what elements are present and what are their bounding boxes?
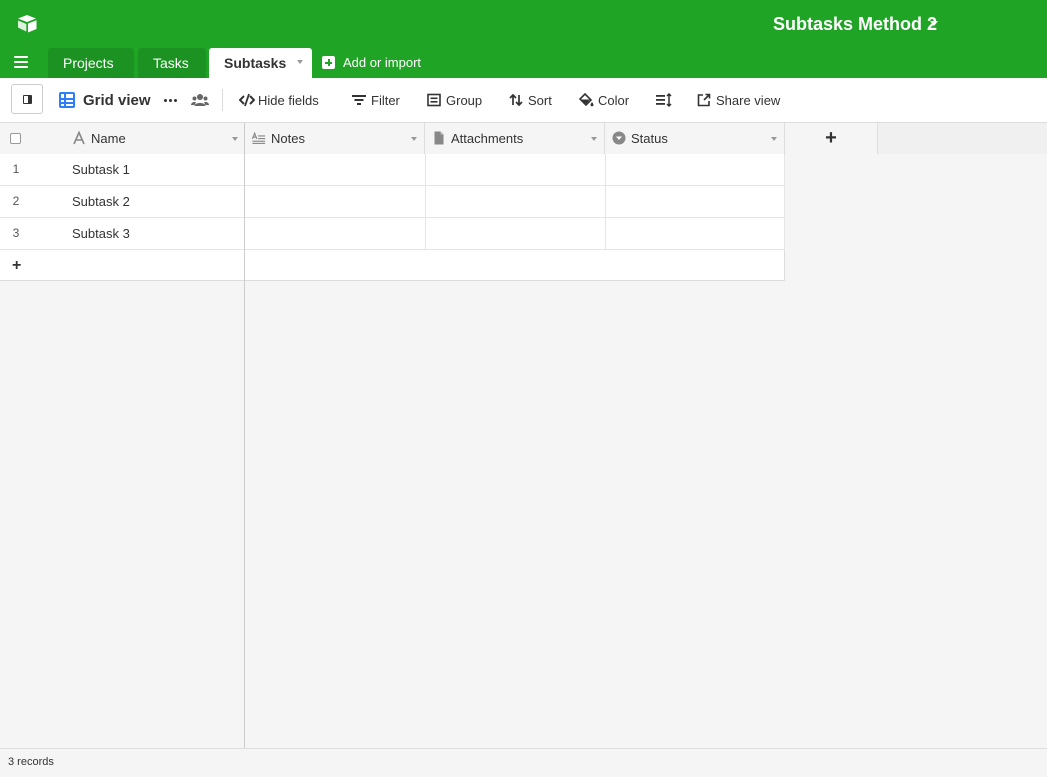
- color-button[interactable]: Color: [579, 78, 629, 123]
- grid-header-row: Name Notes Attachments Status +: [0, 123, 1047, 154]
- column-header-attachments[interactable]: Attachments: [425, 123, 605, 154]
- text-field-icon: [73, 131, 85, 145]
- cell-divider: [425, 186, 426, 217]
- cell-divider: [425, 218, 426, 249]
- add-field-button[interactable]: +: [785, 123, 878, 154]
- attachment-icon: [434, 131, 444, 145]
- column-header-status[interactable]: Status: [605, 123, 785, 154]
- cell-divider: [605, 218, 606, 249]
- row-number: 2: [12, 194, 20, 208]
- sort-icon: [509, 93, 523, 107]
- add-record-button[interactable]: +: [12, 250, 21, 281]
- view-name[interactable]: Grid view: [83, 78, 151, 123]
- column-header-name[interactable]: Name: [65, 123, 245, 154]
- filter-icon: [352, 95, 366, 105]
- top-header: Subtasks Method 2: [0, 0, 1047, 48]
- tab-subtasks[interactable]: Subtasks: [209, 48, 312, 78]
- column-menu-caret-icon[interactable]: [771, 137, 777, 141]
- cell-name[interactable]: Subtask 2: [72, 186, 130, 217]
- cell-name[interactable]: Subtask 3: [72, 218, 130, 249]
- base-title-caret-icon[interactable]: [930, 21, 938, 26]
- row-height-icon: [656, 93, 672, 107]
- base-title[interactable]: Subtasks Method 2: [773, 0, 937, 48]
- tab-menu-caret-icon[interactable]: [297, 60, 303, 64]
- cell-divider: [425, 154, 426, 185]
- collaborators-icon[interactable]: [191, 92, 209, 108]
- sidebar-icon: [23, 95, 32, 104]
- single-select-icon: [612, 131, 626, 145]
- filter-button[interactable]: Filter: [352, 78, 400, 123]
- column-menu-caret-icon[interactable]: [591, 137, 597, 141]
- long-text-icon: [252, 131, 266, 144]
- sidebar-toggle-button[interactable]: [11, 84, 43, 114]
- table-row[interactable]: 1 Subtask 1: [0, 154, 785, 186]
- cell-divider: [784, 218, 785, 249]
- header-empty-area: [878, 123, 1047, 154]
- row-height-button[interactable]: [656, 78, 672, 123]
- summary-bar: 3 records: [0, 748, 1047, 777]
- column-label-status: Status: [631, 131, 668, 146]
- add-record-row[interactable]: +: [0, 250, 785, 281]
- cell-divider: [605, 186, 606, 217]
- hide-fields-button[interactable]: Hide fields: [239, 78, 319, 123]
- cell-divider: [784, 186, 785, 217]
- add-or-import-label: Add or import: [343, 55, 422, 70]
- tab-subtasks-label: Subtasks: [224, 55, 287, 71]
- grid-view-icon: [59, 92, 75, 108]
- color-label: Color: [598, 93, 630, 108]
- group-button[interactable]: Group: [427, 78, 482, 123]
- row-number: 1: [12, 162, 20, 176]
- view-toolbar: Grid view Hide fields Filter Group Sort …: [0, 78, 1047, 123]
- airtable-logo-icon[interactable]: [15, 12, 39, 36]
- add-or-import-button[interactable]: Add or import: [322, 48, 421, 78]
- select-all-checkbox[interactable]: [10, 133, 21, 144]
- record-count: 3 records: [8, 756, 54, 768]
- share-view-button[interactable]: Share view: [697, 78, 780, 123]
- sort-label: Sort: [528, 93, 552, 108]
- column-label-attachments: Attachments: [451, 131, 524, 146]
- column-label-name: Name: [91, 131, 126, 146]
- cell-divider: [605, 154, 606, 185]
- tab-projects[interactable]: Projects: [48, 48, 134, 78]
- share-icon: [697, 93, 711, 107]
- hamburger-menu-icon[interactable]: [14, 56, 28, 70]
- share-view-label: Share view: [716, 93, 781, 108]
- toolbar-divider: [222, 89, 223, 111]
- column-label-notes: Notes: [271, 131, 305, 146]
- frozen-column-divider: [244, 154, 245, 777]
- cell-divider: [784, 250, 785, 281]
- cell-name[interactable]: Subtask 1: [72, 154, 130, 185]
- paint-bucket-icon: [579, 93, 594, 107]
- cell-divider: [784, 154, 785, 185]
- more-options-icon[interactable]: [164, 99, 180, 103]
- table-tabs-bar: Projects Tasks Subtasks Add or import: [0, 48, 1047, 78]
- plus-box-icon: [322, 56, 335, 69]
- sort-button[interactable]: Sort: [509, 78, 552, 123]
- table-row[interactable]: 2 Subtask 2: [0, 186, 785, 218]
- hide-fields-icon: [239, 93, 255, 107]
- column-header-notes[interactable]: Notes: [245, 123, 425, 154]
- column-menu-caret-icon[interactable]: [232, 137, 238, 141]
- group-label: Group: [446, 93, 483, 108]
- column-menu-caret-icon[interactable]: [411, 137, 417, 141]
- filter-label: Filter: [371, 93, 400, 108]
- hide-fields-label: Hide fields: [258, 93, 319, 108]
- tab-tasks[interactable]: Tasks: [138, 48, 206, 78]
- group-icon: [427, 93, 441, 107]
- row-number: 3: [12, 226, 20, 240]
- table-row[interactable]: 3 Subtask 3: [0, 218, 785, 250]
